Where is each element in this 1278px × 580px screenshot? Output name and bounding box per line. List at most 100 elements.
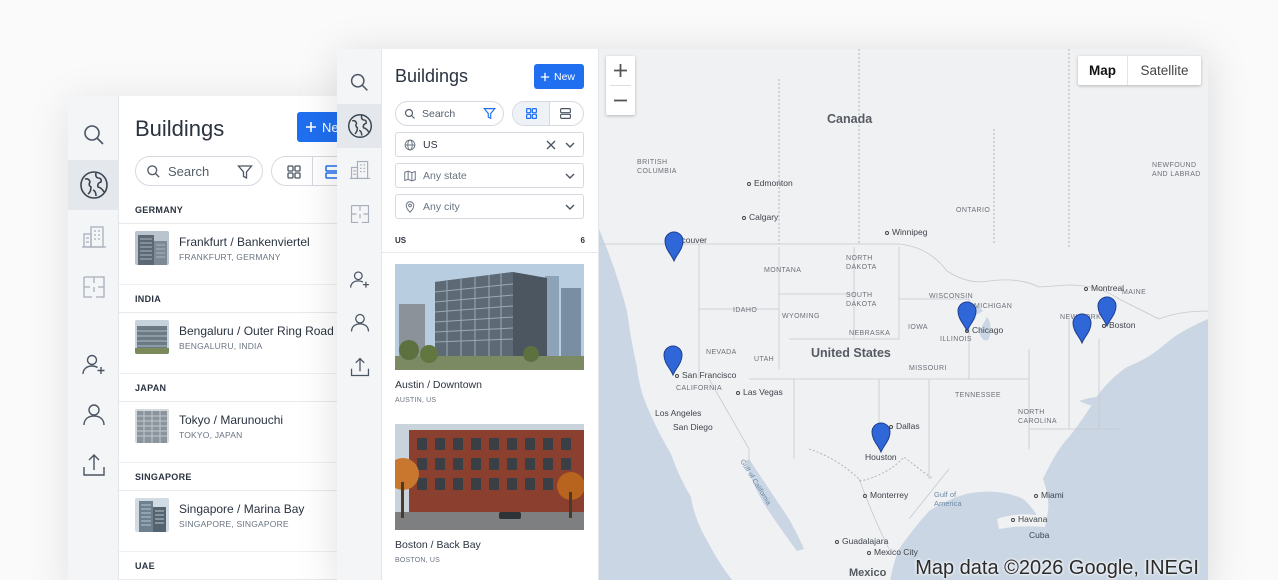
map-label-miami: Miami (1034, 490, 1064, 500)
map-label-illinois: ILLINOIS (940, 336, 972, 343)
zoom-out-button[interactable] (606, 86, 635, 115)
group-header: JAPAN (119, 374, 348, 402)
group-count: 6 (580, 236, 585, 245)
map-label-las-vegas: Las Vegas (736, 387, 783, 397)
filter-icon[interactable] (237, 164, 253, 180)
search-icon[interactable] (68, 110, 119, 160)
country-select[interactable]: US (395, 132, 584, 157)
search-icon (147, 164, 160, 178)
search-placeholder: Search (168, 163, 210, 179)
globe-icon[interactable] (337, 104, 382, 148)
map-label-north-dakota: NORTH DAKOTA (846, 255, 877, 271)
map-marker-san-francisco[interactable] (662, 344, 684, 376)
add-user-icon[interactable] (337, 258, 382, 302)
buildings-panel: Buildings Ne Search GERMANY Frankfurt / … (119, 96, 348, 580)
user-icon[interactable] (337, 301, 382, 345)
globe-icon[interactable] (68, 160, 119, 210)
group-header: SINGAPORE (119, 463, 348, 491)
group-header: UAE (119, 552, 348, 580)
map-label-dallas: Dallas (889, 421, 920, 431)
group-header: US 6 (382, 229, 599, 253)
map-marker-houston[interactable] (870, 421, 892, 453)
search-icon (404, 108, 415, 119)
map-label-calgary: Calgary (742, 212, 778, 222)
map-label-north-carolina: NORTH CAROLINA (1018, 409, 1057, 425)
map-view[interactable]: Map Satellite Map data ©2026 Google, INE… (599, 49, 1208, 580)
floorplan-icon[interactable] (68, 262, 119, 312)
map-label-maine: MAINE (1122, 289, 1147, 296)
map-label-gulf-of-mexico: Gulf of America (934, 490, 962, 508)
grid-view-icon[interactable] (525, 107, 538, 120)
building-card[interactable]: Austin / Downtown AUSTIN, US (395, 264, 584, 404)
search-input[interactable]: Search (395, 101, 504, 126)
user-icon[interactable] (68, 390, 119, 440)
building-name: Tokyo / Marunouchi (179, 413, 284, 427)
building-location: TOKYO, JAPAN (179, 430, 243, 440)
map-label-nevada: NEVADA (706, 349, 737, 356)
map-label-havana: Havana (1011, 514, 1047, 524)
map-type-satellite-button[interactable]: Satellite (1128, 56, 1201, 85)
view-toggle (512, 101, 584, 126)
side-rail (337, 49, 382, 580)
filter-icon[interactable] (483, 107, 496, 120)
list-item[interactable]: Frankfurt / Bankenviertel FRANKFURT, GER… (119, 224, 348, 285)
map-label-missouri: MISSOURI (909, 365, 947, 372)
map-marker-boston[interactable] (1096, 295, 1118, 327)
globe-icon (404, 139, 416, 150)
map-label-montreal: Montreal (1084, 283, 1124, 293)
plus-icon (540, 72, 550, 81)
state-select-placeholder: Any state (423, 169, 467, 182)
city-select-placeholder: Any city (423, 200, 460, 213)
map-marker-new-york[interactable] (1071, 312, 1093, 344)
map-label-mexico: Mexico (849, 567, 887, 579)
map-marker-vancouver[interactable] (663, 230, 685, 262)
map-label-wyoming: WYOMING (782, 313, 820, 320)
building-icon[interactable] (337, 148, 382, 192)
list-view-icon[interactable] (559, 107, 572, 120)
minus-icon (614, 99, 627, 102)
grid-view-icon[interactable] (286, 164, 302, 180)
map-type-map-button[interactable]: Map (1078, 56, 1128, 85)
front-window: Buildings New Search US Any state Any ci… (337, 49, 1208, 580)
map-label-mexico-city: Mexico City (867, 547, 918, 557)
building-name: Singapore / Marina Bay (179, 502, 305, 516)
zoom-in-button[interactable] (606, 56, 635, 85)
building-list: GERMANY Frankfurt / Bankenviertel FRANKF… (119, 196, 348, 580)
building-card[interactable]: Boston / Back Bay BOSTON, US (395, 424, 584, 564)
map-label-united-states: United States (811, 346, 891, 360)
map-label-monterrey: Monterrey (863, 490, 908, 500)
map-attribution: Map data ©2026 Google, INEGI (915, 557, 1199, 579)
building-thumbnail (135, 498, 169, 532)
map-label-iowa: IOWA (908, 324, 929, 331)
building-name: Boston / Back Bay (395, 539, 481, 551)
close-icon[interactable] (546, 140, 556, 150)
search-input[interactable]: Search (135, 156, 263, 186)
list-item[interactable]: Bengaluru / Outer Ring Road BENGALURU, I… (119, 313, 348, 374)
building-location: AUSTIN, US (395, 397, 437, 404)
building-icon[interactable] (68, 212, 119, 262)
map-label-nebraska: NEBRASKA (849, 330, 891, 337)
floorplan-icon[interactable] (337, 192, 382, 236)
chevron-down-icon (565, 204, 575, 210)
map-label-winnipeg: Winnipeg (885, 227, 927, 237)
map-marker-chicago[interactable] (956, 300, 978, 332)
map-label-los-angeles: Los Angeles (655, 408, 702, 418)
new-button[interactable]: New (534, 64, 584, 89)
building-name: Austin / Downtown (395, 379, 482, 391)
chevron-down-icon (565, 142, 575, 148)
list-item[interactable]: Singapore / Marina Bay SINGAPORE, SINGAP… (119, 491, 348, 552)
building-name: Bengaluru / Outer Ring Road (179, 324, 334, 338)
map-label-idaho: IDAHO (733, 307, 758, 314)
upload-icon[interactable] (337, 345, 382, 389)
search-icon[interactable] (337, 60, 382, 104)
upload-icon[interactable] (68, 440, 119, 490)
building-location: SINGAPORE, SINGAPORE (179, 519, 289, 529)
zoom-control (606, 56, 635, 115)
building-photo (395, 424, 584, 530)
state-select[interactable]: Any state (395, 163, 584, 188)
building-thumbnail (135, 409, 169, 443)
map-label-montana: MONTANA (764, 267, 802, 274)
list-item[interactable]: Tokyo / Marunouchi TOKYO, JAPAN (119, 402, 348, 463)
add-user-icon[interactable] (68, 340, 119, 390)
city-select[interactable]: Any city (395, 194, 584, 219)
